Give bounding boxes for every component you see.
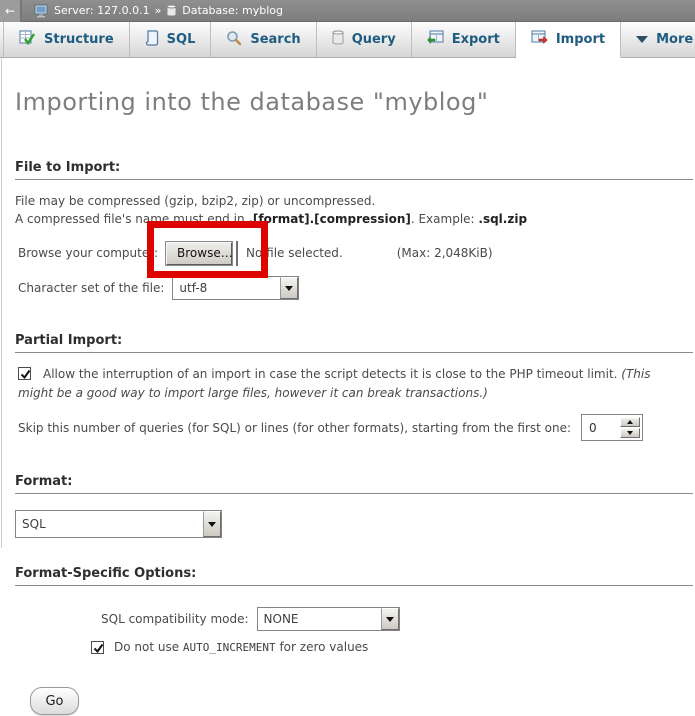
skip-queries-stepper[interactable]: 0 xyxy=(581,414,643,441)
format-compression-pattern: .[format].[compression] xyxy=(248,212,410,226)
go-button[interactable]: Go xyxy=(30,687,79,715)
file-input-divider xyxy=(236,241,238,266)
dropdown-arrow-icon[interactable] xyxy=(381,608,399,630)
tab-label: Export xyxy=(452,32,500,47)
tab-bar: Structure SQL Search Query Export Import… xyxy=(0,22,695,58)
auto-increment-row: Do not use AUTO_INCREMENT for zero value… xyxy=(18,640,693,654)
tab-label: Import xyxy=(556,32,605,47)
sql-icon xyxy=(145,30,159,50)
tab-label: Structure xyxy=(44,32,114,47)
compression-note-line1: File may be compressed (gzip, bzip2, zip… xyxy=(15,193,693,209)
browse-label: Browse your computer: xyxy=(18,246,158,260)
max-size-text: (Max: 2,048KiB) xyxy=(397,246,493,260)
format-select[interactable]: SQL xyxy=(15,510,222,538)
skip-queries-label: Skip this number of queries (for SQL) or… xyxy=(18,421,571,435)
allow-interruption-paragraph: Allow the interruption of an import in c… xyxy=(18,365,686,403)
query-icon xyxy=(332,30,344,49)
database-icon xyxy=(166,4,177,17)
tab-import[interactable]: Import xyxy=(516,22,621,58)
section-heading-format-specific-options: Format-Specific Options: xyxy=(15,566,693,586)
skip-queries-row: Skip this number of queries (for SQL) or… xyxy=(18,414,693,441)
back-arrow-icon: ← xyxy=(5,4,15,18)
tab-query[interactable]: Query xyxy=(317,22,412,57)
compression-note-line2: A compressed file's name must end in .[f… xyxy=(15,211,693,227)
structure-icon xyxy=(19,30,36,50)
section-heading-partial-import: Partial Import: xyxy=(15,333,693,353)
breadcrumb-database[interactable]: Database: myblog xyxy=(182,4,283,17)
chevron-down-icon xyxy=(636,36,648,43)
section-heading-format: Format: xyxy=(15,474,693,494)
sql-compatibility-label: SQL compatibility mode: xyxy=(101,612,249,626)
tab-structure[interactable]: Structure xyxy=(3,22,130,57)
auto-increment-checkbox[interactable] xyxy=(91,641,104,654)
dropdown-arrow-icon[interactable] xyxy=(280,277,298,299)
allow-interruption-text: Allow the interruption of an import in c… xyxy=(43,367,621,381)
page-title: Importing into the database "myblog" xyxy=(15,88,693,116)
section-heading-file-to-import: File to Import: xyxy=(15,160,693,180)
main-content: Importing into the database "myblog" Fil… xyxy=(0,88,695,715)
tab-label: SQL xyxy=(167,32,196,47)
server-icon xyxy=(34,4,49,18)
skip-queries-value: 0 xyxy=(584,417,620,438)
search-icon xyxy=(226,30,242,50)
tab-label: Search xyxy=(250,32,300,47)
breadcrumb: Server: 127.0.0.1 » Database: myblog xyxy=(34,4,283,18)
no-file-selected-text: No file selected. xyxy=(246,246,343,260)
charset-row: Character set of the file: utf-8 xyxy=(18,275,693,301)
sql-compatibility-row: SQL compatibility mode: NONE xyxy=(18,607,693,631)
breadcrumb-server[interactable]: Server: 127.0.0.1 xyxy=(54,4,150,17)
import-icon xyxy=(531,30,548,50)
auto-increment-code: AUTO_INCREMENT xyxy=(183,641,276,654)
sql-compatibility-select[interactable]: NONE xyxy=(257,607,400,631)
content-left-border xyxy=(1,58,2,548)
charset-label: Character set of the file: xyxy=(18,281,164,295)
browse-button[interactable]: Browse… xyxy=(166,242,232,265)
stepper-down-button[interactable] xyxy=(620,428,640,438)
browse-row: Browse your computer: Browse… No file se… xyxy=(18,240,693,266)
tab-label: Query xyxy=(352,32,396,47)
auto-increment-label: Do not use AUTO_INCREMENT for zero value… xyxy=(114,640,368,654)
allow-interruption-checkbox[interactable] xyxy=(18,367,31,380)
dropdown-arrow-icon[interactable] xyxy=(203,511,221,537)
stepper-up-button[interactable] xyxy=(620,417,640,427)
tab-more[interactable]: More xyxy=(621,22,695,57)
tab-sql[interactable]: SQL xyxy=(130,22,212,57)
export-icon xyxy=(427,30,444,50)
back-button[interactable]: ← xyxy=(0,0,22,22)
tab-export[interactable]: Export xyxy=(412,22,516,57)
charset-select[interactable]: utf-8 xyxy=(172,276,299,300)
tab-label: More xyxy=(656,32,693,47)
example-extension: .sql.zip xyxy=(478,212,527,226)
breadcrumb-bar: ← Server: 127.0.0.1 » Database: myblog xyxy=(0,0,695,22)
tab-search[interactable]: Search xyxy=(211,22,316,57)
breadcrumb-separator: » xyxy=(155,4,162,17)
